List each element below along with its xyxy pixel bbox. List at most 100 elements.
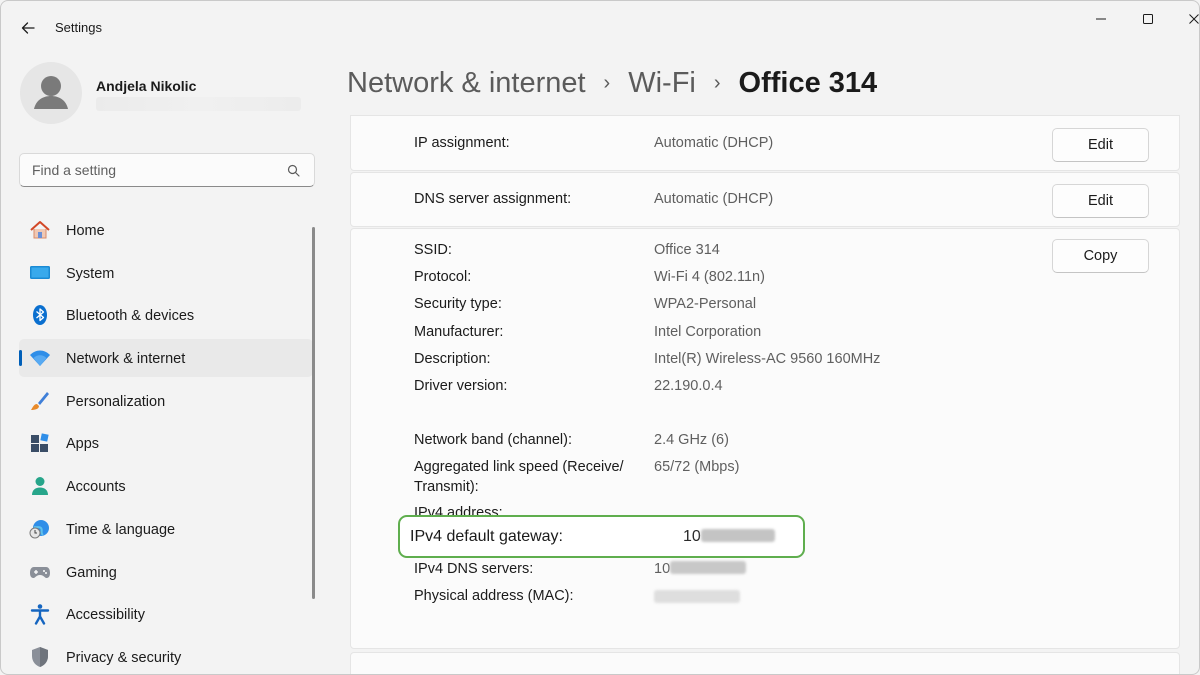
ipv4-gateway-label: IPv4 default gateway: bbox=[410, 528, 563, 545]
breadcrumb-separator: › bbox=[713, 71, 721, 94]
description-label: Description: bbox=[414, 351, 491, 367]
maximize-button[interactable] bbox=[1125, 7, 1171, 31]
page-title: Office 314 bbox=[738, 66, 878, 99]
ssid-label: SSID: bbox=[414, 242, 452, 258]
sidebar-item-label: Network & internet bbox=[66, 351, 186, 368]
gamepad-icon bbox=[29, 562, 51, 582]
breadcrumb: Network & internet › Wi-Fi › Office 314 bbox=[347, 63, 877, 103]
search-icon[interactable] bbox=[286, 163, 302, 179]
sidebar-item-accounts[interactable]: Accounts bbox=[19, 467, 313, 505]
dns-assignment-card: DNS server assignment: Automatic (DHCP) … bbox=[350, 172, 1180, 227]
close-button[interactable] bbox=[1171, 7, 1199, 31]
sidebar-nav: Home System Bluetooth & devices Network … bbox=[19, 211, 313, 674]
description-value: Intel(R) Wireless-AC 9560 160MHz bbox=[654, 351, 881, 367]
link-speed-label-line1: Aggregated link speed (Receive/ bbox=[414, 459, 624, 475]
user-email-redacted bbox=[96, 97, 301, 111]
monitor-icon bbox=[29, 263, 51, 283]
next-card bbox=[350, 652, 1180, 674]
person-placeholder-icon bbox=[34, 76, 68, 109]
mac-address-redacted bbox=[654, 590, 740, 603]
properties-card: Copy SSID: Office 314 Protocol: Wi-Fi 4 … bbox=[350, 228, 1180, 649]
active-indicator bbox=[19, 350, 22, 367]
breadcrumb-wifi[interactable]: Wi-Fi bbox=[628, 67, 696, 100]
ip-assignment-value: Automatic (DHCP) bbox=[654, 135, 774, 151]
user-name: Andjela Nikolic bbox=[96, 78, 197, 94]
ipv4-gateway-highlight: IPv4 default gateway: 10 bbox=[398, 515, 805, 558]
network-band-value: 2.4 GHz (6) bbox=[654, 432, 729, 448]
driver-version-value: 22.190.0.4 bbox=[654, 378, 723, 394]
breadcrumb-network[interactable]: Network & internet bbox=[347, 67, 586, 100]
ip-assignment-card: IP assignment: Automatic (DHCP) Edit bbox=[350, 115, 1180, 171]
security-type-value: WPA2-Personal bbox=[654, 296, 757, 312]
search-input[interactable] bbox=[32, 162, 282, 178]
sidebar-scrollbar[interactable] bbox=[312, 227, 315, 599]
ip-assignment-label: IP assignment: bbox=[414, 135, 510, 151]
close-icon bbox=[1189, 14, 1199, 24]
sidebar-item-label: System bbox=[66, 265, 115, 282]
maximize-icon bbox=[1143, 14, 1153, 24]
search-box[interactable] bbox=[19, 153, 315, 187]
back-button[interactable] bbox=[15, 15, 41, 41]
sidebar-item-system[interactable]: System bbox=[19, 254, 313, 292]
ip-assignment-edit-button[interactable]: Edit bbox=[1052, 128, 1149, 162]
sidebar-item-apps[interactable]: Apps bbox=[19, 424, 313, 462]
ipv4-gateway-value: 10 bbox=[683, 528, 775, 546]
copy-button[interactable]: Copy bbox=[1052, 239, 1149, 273]
breadcrumb-separator: › bbox=[603, 71, 611, 94]
shield-icon bbox=[29, 646, 51, 667]
network-band-label: Network band (channel): bbox=[414, 432, 572, 448]
accessibility-icon bbox=[29, 604, 51, 625]
bluetooth-icon bbox=[29, 305, 51, 326]
manufacturer-label: Manufacturer: bbox=[414, 324, 504, 340]
title-bar: Settings bbox=[1, 1, 1199, 53]
home-icon bbox=[29, 220, 51, 240]
apps-icon bbox=[29, 433, 51, 453]
arrow-left-icon bbox=[21, 22, 35, 34]
protocol-label: Protocol: bbox=[414, 269, 472, 285]
sidebar-item-label: Bluetooth & devices bbox=[66, 308, 195, 325]
protocol-value: Wi-Fi 4 (802.11n) bbox=[654, 269, 765, 285]
avatar[interactable] bbox=[20, 62, 82, 124]
sidebar-item-label: Time & language bbox=[66, 521, 176, 538]
sidebar-item-label: Gaming bbox=[66, 564, 117, 581]
sidebar-item-accessibility[interactable]: Accessibility bbox=[19, 595, 313, 633]
settings-window: Settings Andjela Nikolic Ho bbox=[0, 0, 1200, 675]
globe-clock-icon bbox=[29, 519, 51, 539]
wifi-icon bbox=[29, 348, 51, 368]
sidebar-item-network[interactable]: Network & internet bbox=[19, 339, 313, 378]
dns-assignment-label: DNS server assignment: bbox=[414, 191, 572, 207]
person-icon bbox=[29, 476, 51, 496]
dns-assignment-edit-button[interactable]: Edit bbox=[1052, 184, 1149, 218]
sidebar-item-home[interactable]: Home bbox=[19, 211, 313, 249]
driver-version-label: Driver version: bbox=[414, 378, 508, 394]
sidebar-item-label: Personalization bbox=[66, 393, 166, 410]
minimize-button[interactable] bbox=[1078, 7, 1124, 31]
ipv4-dns-value: 10 bbox=[654, 561, 747, 577]
sidebar-item-label: Privacy & security bbox=[66, 649, 182, 666]
sidebar-item-label: Home bbox=[66, 223, 105, 239]
ipv4-gateway-prefix: 10 bbox=[683, 528, 701, 545]
mac-address-value bbox=[654, 590, 740, 607]
sidebar-item-time-language[interactable]: Time & language bbox=[19, 510, 313, 548]
sidebar-item-label: Accessibility bbox=[66, 607, 145, 624]
main-content: IP assignment: Automatic (DHCP) Edit DNS… bbox=[350, 115, 1180, 674]
sidebar-item-personalization[interactable]: Personalization bbox=[19, 382, 313, 420]
manufacturer-value: Intel Corporation bbox=[654, 324, 762, 340]
sidebar-item-bluetooth[interactable]: Bluetooth & devices bbox=[19, 296, 313, 334]
app-title: Settings bbox=[55, 20, 102, 35]
link-speed-value: 65/72 (Mbps) bbox=[654, 459, 740, 475]
sidebar-item-gaming[interactable]: Gaming bbox=[19, 553, 313, 591]
ipv4-address-label: IPv4 address: bbox=[414, 505, 503, 515]
dns-assignment-value: Automatic (DHCP) bbox=[654, 191, 774, 207]
brush-icon bbox=[29, 391, 51, 411]
sidebar-item-label: Accounts bbox=[66, 479, 126, 496]
ipv4-dns-redacted bbox=[670, 561, 747, 574]
ipv4-dns-prefix: 10 bbox=[654, 561, 671, 577]
mac-address-label: Physical address (MAC): bbox=[414, 588, 574, 604]
ipv4-dns-label: IPv4 DNS servers: bbox=[414, 561, 534, 577]
sidebar-item-privacy-security[interactable]: Privacy & security bbox=[19, 638, 313, 674]
link-speed-label-line2: Transmit): bbox=[414, 479, 479, 495]
ssid-value: Office 314 bbox=[654, 242, 720, 258]
sidebar-item-label: Apps bbox=[66, 436, 100, 453]
minimize-icon bbox=[1096, 18, 1106, 20]
